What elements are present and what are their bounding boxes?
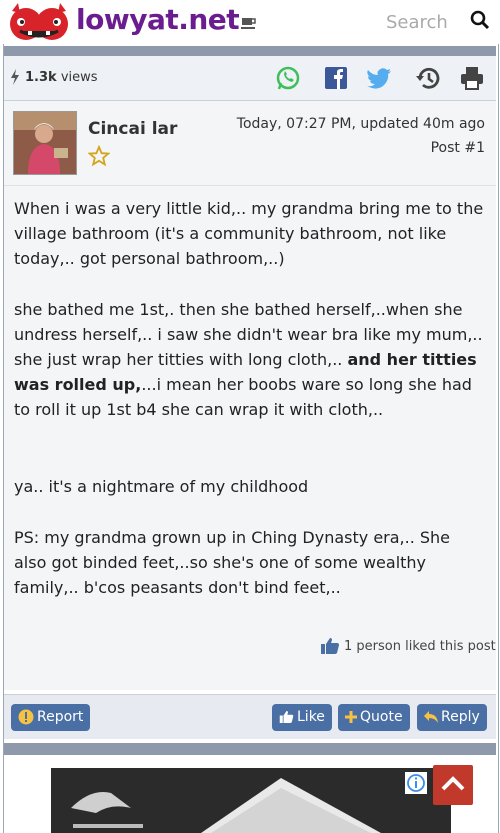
- post-author-name[interactable]: Cincai lar: [88, 119, 177, 139]
- advertisement-banner[interactable]: [51, 768, 451, 833]
- post-header: Cincai lar Today, 07:27 PM, updated 40m …: [4, 101, 496, 186]
- thumbs-up-icon: [279, 711, 294, 723]
- thread-bottom-strip: [4, 743, 496, 755]
- like-label: Like: [297, 709, 325, 725]
- search-icon[interactable]: [470, 10, 490, 30]
- coffee-cup-icon[interactable]: [240, 14, 258, 30]
- like-button[interactable]: Like: [272, 704, 332, 731]
- whatsapp-icon[interactable]: [274, 64, 302, 92]
- logo-devil-icon[interactable]: [6, 3, 72, 43]
- report-label: Report: [37, 709, 84, 725]
- scroll-to-top-button[interactable]: [433, 765, 473, 805]
- view-count: 1.3k views: [25, 70, 98, 85]
- post-paragraph: she bathed me 1st,. then she bathed hers…: [14, 297, 484, 422]
- chevron-up-icon: [441, 776, 465, 791]
- post-timestamp: Today, 07:27 PM, updated 40m ago: [236, 116, 485, 132]
- view-count-label: views: [60, 70, 98, 85]
- ad-image: [51, 768, 451, 833]
- thumbs-up-icon: [321, 638, 339, 654]
- reply-arrow-icon: [424, 711, 438, 723]
- reply-button[interactable]: Reply: [417, 704, 487, 731]
- likes-summary[interactable]: 1 person liked this post: [344, 639, 496, 654]
- facebook-icon[interactable]: [322, 64, 350, 92]
- plus-icon: [345, 711, 357, 723]
- bolt-icon: [11, 69, 19, 85]
- post-action-bar: Report Like Quote Reply: [4, 694, 496, 739]
- search-input[interactable]: Search: [386, 12, 448, 33]
- top-bar: lowyat.net Search: [0, 0, 500, 44]
- thread-stats-bar: 1.3k views: [4, 56, 496, 101]
- twitter-icon[interactable]: [366, 64, 394, 92]
- thread-top-strip: [4, 46, 496, 56]
- reply-label: Reply: [441, 709, 480, 725]
- quote-label: Quote: [360, 709, 403, 725]
- print-icon[interactable]: [458, 64, 486, 92]
- brand-logo-text[interactable]: lowyat.net: [76, 3, 240, 36]
- warning-icon: [18, 709, 34, 725]
- view-count-number: 1.3k: [25, 70, 57, 85]
- star-rank-icon: [88, 145, 110, 167]
- quote-button[interactable]: Quote: [338, 704, 410, 731]
- post-body: When i was a very little kid,.. my grand…: [4, 186, 496, 690]
- info-icon[interactable]: [405, 772, 427, 794]
- user-avatar[interactable]: [13, 111, 77, 175]
- post-paragraph: PS: my grandma grown up in Ching Dynasty…: [14, 528, 451, 597]
- post-paragraph: When i was a very little kid,.. my grand…: [14, 199, 484, 268]
- post-number[interactable]: Post #1: [431, 140, 485, 156]
- post-paragraph: ya.. it's a nightmare of my childhood: [14, 477, 309, 496]
- history-icon[interactable]: [414, 64, 442, 92]
- report-button[interactable]: Report: [11, 704, 91, 731]
